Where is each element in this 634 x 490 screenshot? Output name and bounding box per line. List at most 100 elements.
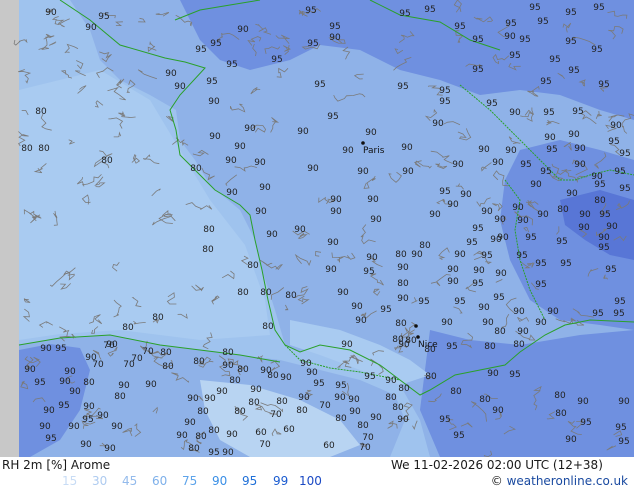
value-label: 90 [111, 422, 123, 432]
value-label: 95 [529, 3, 540, 13]
value-label: 90 [517, 216, 529, 226]
value-label: 90 [222, 448, 234, 457]
value-label: 90 [104, 444, 116, 454]
value-label: 95 [486, 99, 497, 109]
value-label: 95 [98, 12, 109, 22]
value-label: 95 [363, 267, 374, 277]
value-label: 60 [255, 428, 267, 438]
value-label: 90 [492, 406, 504, 416]
value-label: 80 [203, 225, 215, 235]
credit-link[interactable]: © weatheronline.co.uk [491, 474, 628, 488]
value-label: 95 [525, 233, 536, 243]
value-label: 95 [556, 237, 567, 247]
value-label: 70 [92, 360, 104, 370]
value-label: 90 [441, 318, 453, 328]
value-label: 90 [254, 158, 266, 168]
value-label: 70 [259, 440, 271, 450]
value-label: 95 [82, 415, 93, 425]
value-label: 80 [397, 279, 409, 289]
value-label: 90 [83, 402, 95, 412]
value-label: 80 [114, 392, 126, 402]
value-label: 80 [357, 421, 369, 431]
value-label: 90 [337, 288, 349, 298]
value-label: 95 [55, 344, 66, 354]
value-label: 90 [327, 238, 339, 248]
value-label: 95 [608, 137, 619, 147]
value-label: 80 [267, 371, 279, 381]
value-label: 90 [118, 381, 130, 391]
value-label: 90 [174, 82, 186, 92]
value-label: 90 [365, 128, 377, 138]
value-label: 80 [494, 327, 506, 337]
value-label: 95 [58, 401, 69, 411]
value-label: 95 [613, 309, 624, 319]
value-label: 90 [429, 210, 441, 220]
value-label: 95 [618, 437, 629, 447]
value-label: 90 [367, 195, 379, 205]
value-label: 95 [519, 35, 530, 45]
value-label: 95 [305, 6, 316, 16]
value-label: 95 [565, 8, 576, 18]
value-label: 90 [530, 180, 542, 190]
legend-value: 60 [152, 474, 168, 488]
value-label: 90 [447, 277, 459, 287]
value-label: 90 [366, 253, 378, 263]
value-label: 95 [599, 210, 610, 220]
value-label: 90 [145, 380, 157, 390]
value-label: 90 [432, 119, 444, 129]
value-label: 90 [255, 207, 267, 217]
value-label: 90 [348, 395, 360, 405]
value-label: 90 [222, 361, 234, 371]
value-label: 90 [259, 183, 271, 193]
value-label: 90 [59, 377, 71, 387]
humidity-map[interactable]: 90 95 90 95 95 90 95 95 95 95 95 95 90 95 95 95 95 95 95 90… [0, 0, 634, 457]
value-label: 95 [572, 107, 583, 117]
value-label: 90 [216, 387, 228, 397]
value-label: 95 [327, 112, 338, 122]
value-label: 80 [190, 164, 202, 174]
legend-value: 45 [122, 474, 138, 488]
value-label: 90 [397, 294, 409, 304]
value-label: 90 [250, 385, 262, 395]
value-label: 95 [466, 238, 477, 248]
value-label: 95 [481, 251, 492, 261]
value-label: 95 [34, 378, 45, 388]
value-label: 95 [516, 251, 527, 261]
value-label: 95 [439, 97, 450, 107]
value-label: 90 [568, 130, 580, 140]
value-label: 80 [260, 288, 272, 298]
value-label: 90 [45, 8, 57, 18]
value-label: 95 [505, 19, 516, 29]
value-label: 90 [349, 407, 361, 417]
value-label: 90 [226, 188, 238, 198]
value-label: 90 [598, 233, 610, 243]
value-label: 80 [83, 378, 95, 388]
value-label: 95 [439, 415, 450, 425]
value-label: 80 [229, 376, 241, 386]
value-label: 80 [188, 444, 200, 454]
value-label: 90 [447, 200, 459, 210]
value-label: 90 [85, 23, 97, 33]
value-label: 90 [401, 143, 413, 153]
value-label: 95 [364, 372, 375, 382]
value-label: 90 [547, 307, 559, 317]
value-label: 95 [546, 145, 557, 155]
value-label: 80 [392, 403, 404, 413]
value-label: 95 [540, 167, 551, 177]
value-label: 80 [450, 387, 462, 397]
value-label: 90 [452, 160, 464, 170]
value-label: 95 [307, 39, 318, 49]
city-dot [414, 324, 418, 328]
value-label: 90 [509, 108, 521, 118]
value-label: 95 [598, 80, 609, 90]
value-label: 95 [540, 77, 551, 87]
value-label: 80 [101, 156, 113, 166]
value-label: 80 [513, 340, 525, 350]
value-label: 90 [505, 146, 517, 156]
value-label: 95 [565, 37, 576, 47]
value-label: 90 [513, 307, 525, 317]
value-label: 90 [566, 189, 578, 199]
value-label: 90 [208, 97, 220, 107]
value-label: 80 [484, 342, 496, 352]
value-label: 90 [482, 318, 494, 328]
